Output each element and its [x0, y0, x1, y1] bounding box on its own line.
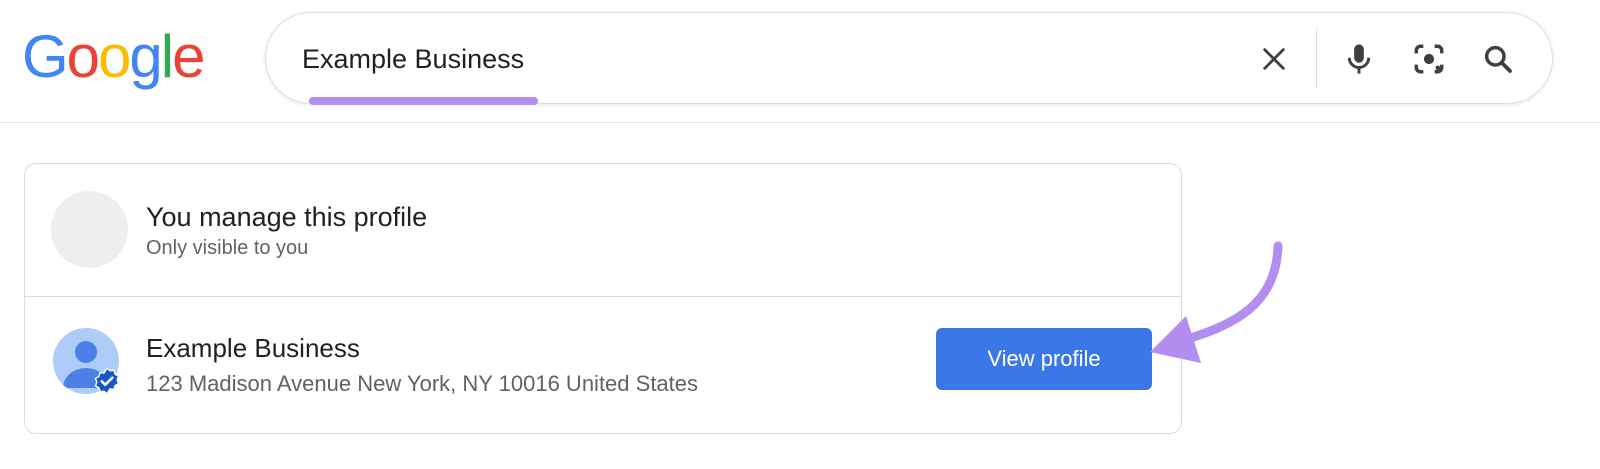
avatar — [51, 191, 128, 268]
logo-letter: o — [98, 23, 131, 90]
manage-profile-row: You manage this profile Only visible to … — [25, 164, 1181, 297]
logo-letter: e — [172, 23, 205, 90]
search-input[interactable] — [302, 39, 1202, 79]
manage-profile-title: You manage this profile — [146, 202, 428, 232]
manage-profile-subtitle: Only visible to you — [146, 237, 309, 259]
annotation-arrow-icon — [1150, 241, 1283, 363]
business-name: Example Business — [146, 333, 360, 363]
query-highlight-underline — [309, 97, 538, 105]
search-box[interactable] — [265, 12, 1553, 105]
search-icon[interactable] — [1478, 39, 1518, 79]
business-profile-card: You manage this profile Only visible to … — [24, 163, 1182, 434]
view-profile-button[interactable]: View profile — [936, 328, 1152, 390]
logo-letter: l — [160, 23, 174, 90]
camera-lens-icon[interactable] — [1409, 39, 1449, 79]
logo-letter: G — [22, 23, 69, 90]
search-header: Google — [0, 0, 1600, 123]
logo-letter: o — [66, 23, 100, 90]
microphone-icon[interactable] — [1339, 39, 1379, 79]
search-divider — [1316, 29, 1317, 89]
verified-icon — [93, 367, 121, 395]
business-row: Example Business 123 Madison Avenue New … — [25, 297, 1181, 435]
business-address: 123 Madison Avenue New York, NY 10016 Un… — [146, 371, 699, 396]
close-icon[interactable] — [1254, 39, 1294, 79]
google-logo[interactable]: Google — [22, 22, 206, 92]
logo-letter: g — [129, 23, 162, 90]
